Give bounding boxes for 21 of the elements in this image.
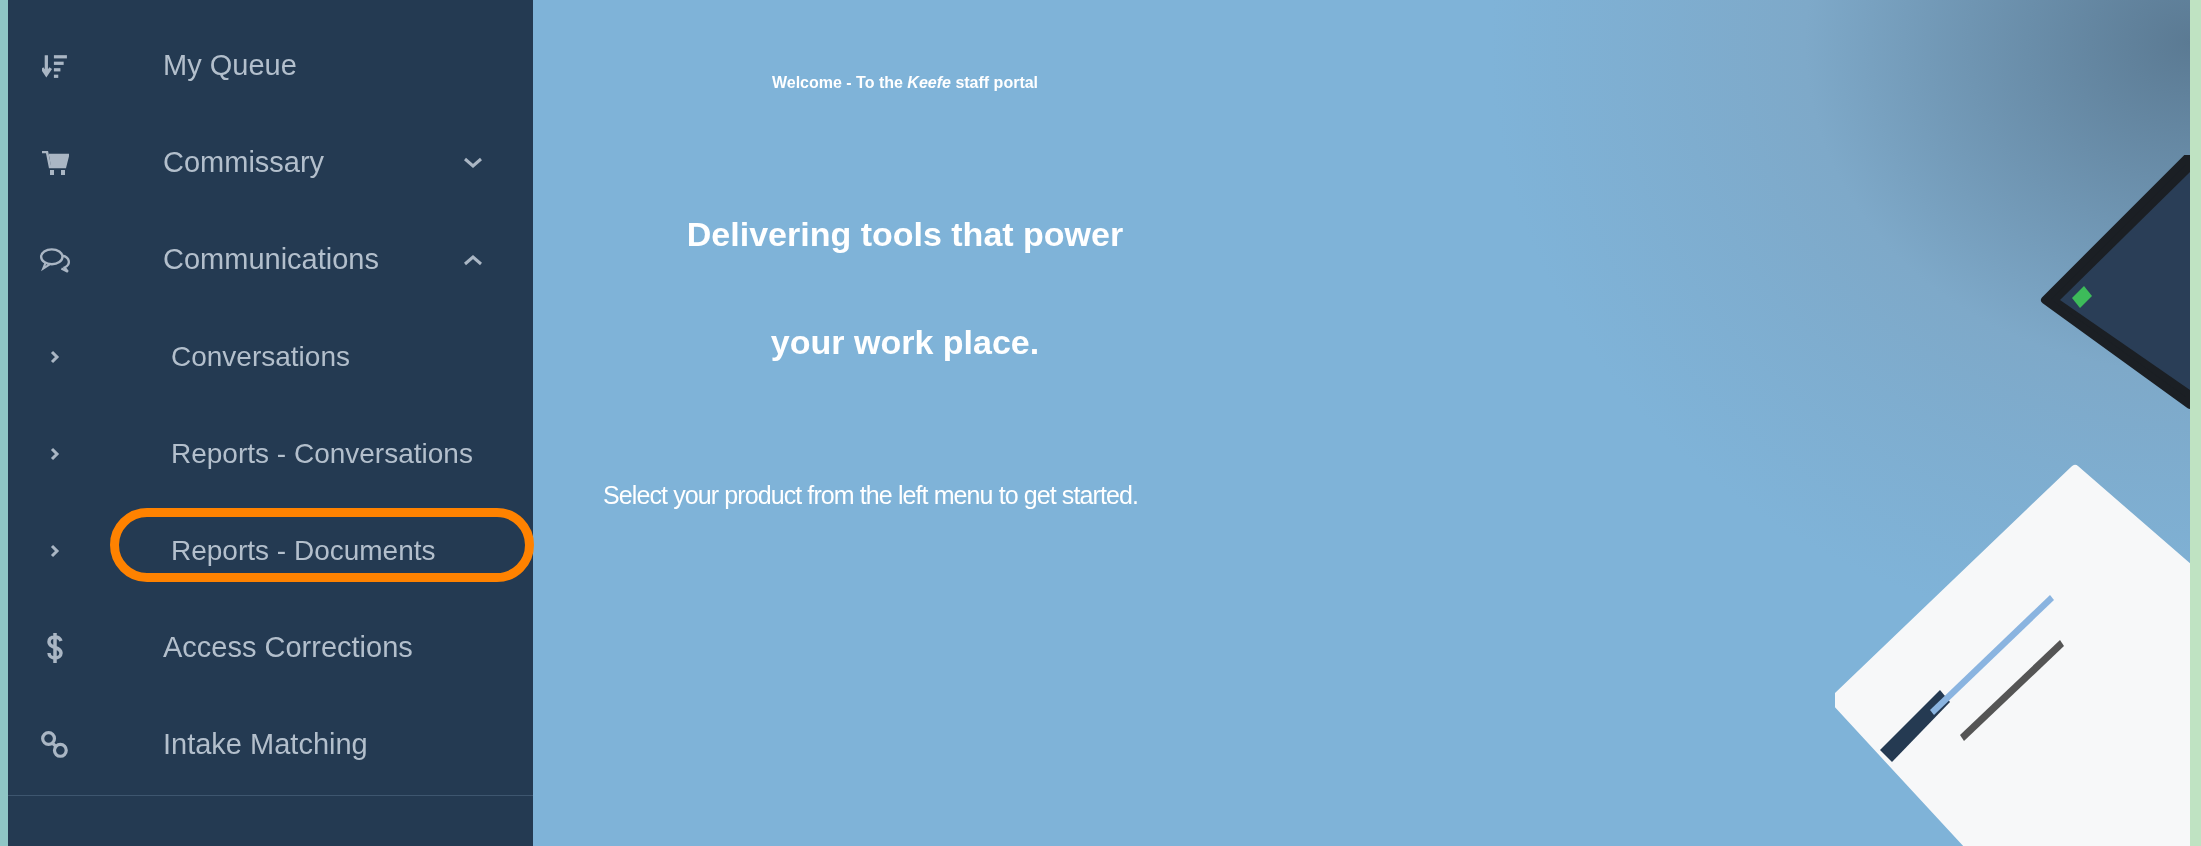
welcome-text: Welcome - To the Keefe staff portal (770, 74, 1040, 92)
chevron-right-icon (50, 446, 60, 461)
chevron-down-icon[interactable] (463, 156, 483, 169)
sidebar-item[interactable]: Access Corrections (102, 631, 413, 664)
sidebar-subitem[interactable]: Conversations (102, 340, 350, 373)
sidebar-item[interactable]: My Queue (102, 49, 297, 82)
headline: your work place. (769, 322, 1041, 363)
sidebar-item[interactable]: Communications (102, 243, 379, 276)
link-icon (40, 729, 70, 760)
instruction-text: Select your product from the left menu to get started. (602, 481, 1140, 510)
chevron-up-icon[interactable] (463, 253, 483, 266)
chevron-right-icon (50, 349, 60, 364)
dollar-icon (45, 630, 65, 665)
sidebar-item[interactable]: Intake Matching (102, 728, 368, 761)
headline: Delivering tools that power (685, 214, 1125, 255)
chat-bubbles-icon (39, 246, 71, 273)
cart-icon (41, 150, 69, 175)
sidebar-subitem[interactable]: Reports - Documents (102, 534, 436, 567)
chevron-right-icon (50, 543, 60, 558)
sidebar-subitem[interactable]: Reports - Conversations (102, 437, 473, 470)
sidebar-item[interactable]: Commissary (102, 146, 325, 179)
